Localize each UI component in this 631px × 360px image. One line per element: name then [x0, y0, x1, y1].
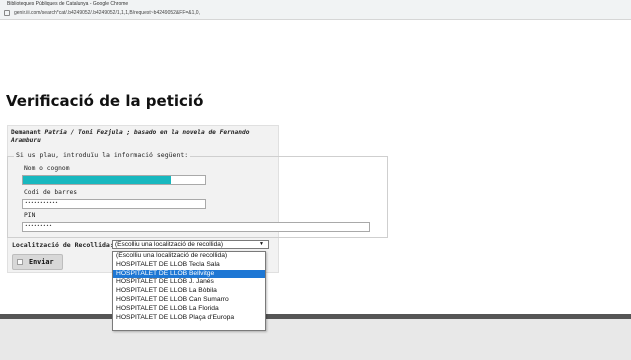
barcode-field[interactable]: •••••••••••: [22, 199, 206, 209]
name-field[interactable]: [22, 175, 206, 185]
pickup-location-select[interactable]: (Escolliu una localització de recollida)…: [112, 240, 269, 249]
pin-field[interactable]: •••••••••: [22, 222, 370, 232]
pickup-selected-value: (Escolliu una localització de recollida): [115, 241, 224, 248]
dropdown-option[interactable]: HOSPITALET DE LLOB Can Sumarro: [113, 296, 265, 305]
address-bar[interactable]: genir.iii.com/search*cat/.b4249052/.b424…: [4, 8, 624, 18]
barcode-label: Codi de barres: [24, 189, 78, 196]
page-title: Verificació de la petició: [6, 92, 204, 110]
dropdown-option[interactable]: HOSPITALET DE LLOB La Bòbila: [113, 287, 265, 296]
request-title: Patria / Toni Fezjula ; basado en la nov…: [11, 129, 250, 144]
submit-label: Enviar: [29, 258, 54, 266]
dropdown-option[interactable]: (Escolliu una localització de recollida): [113, 252, 265, 261]
name-label: Nom o cognom: [24, 165, 70, 172]
button-icon: [17, 259, 23, 265]
dropdown-option[interactable]: HOSPITALET DE LLOB Plaça d'Europa: [113, 314, 265, 323]
url-text[interactable]: genir.iii.com/search*cat/.b4249052/.b424…: [14, 10, 200, 16]
pickup-location-label: Localització de Recollida:: [12, 241, 114, 249]
fieldset-legend: Si us plau, introduïu la informació segü…: [14, 151, 191, 159]
pickup-location-options[interactable]: (Escolliu una localització de recollida)…: [112, 251, 266, 331]
pin-label: PIN: [24, 212, 36, 219]
dropdown-option-highlighted[interactable]: HOSPITALET DE LLOB Bellvitge: [113, 269, 265, 279]
submit-button[interactable]: Enviar: [12, 254, 63, 270]
browser-toolbar: Biblioteques Públiques de Catalunya - Go…: [0, 0, 631, 20]
request-prefix: Demanant: [11, 129, 45, 136]
window-title: Biblioteques Públiques de Catalunya - Go…: [7, 1, 129, 7]
chevron-down-icon: ▼: [259, 241, 264, 247]
request-description: Demanant Patria / Toni Fezjula ; basado …: [11, 129, 281, 145]
redaction-block: [23, 176, 171, 184]
page-footer: [0, 314, 631, 360]
dropdown-option[interactable]: HOSPITALET DE LLOB Tecla Sala: [113, 261, 265, 270]
dropdown-option[interactable]: HOSPITALET DE LLOB J. Janés: [113, 278, 265, 287]
dropdown-option[interactable]: HOSPITALET DE LLOB La Florida: [113, 305, 265, 314]
lock-icon: [4, 10, 10, 16]
